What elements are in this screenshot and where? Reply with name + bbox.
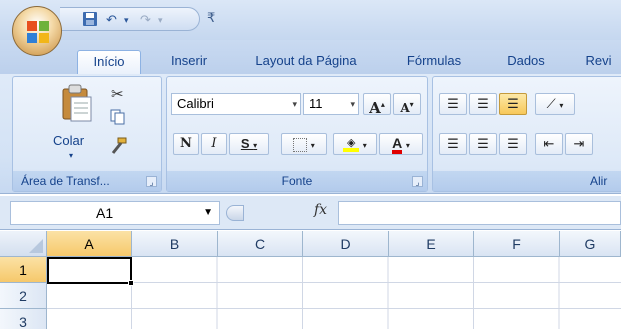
fill-handle[interactable] <box>128 280 134 286</box>
align-left-icon: ☰ <box>447 136 459 151</box>
shrink-font-button[interactable]: A▾ <box>393 93 421 115</box>
name-box[interactable]: A1 ▼ <box>10 201 220 225</box>
chevron-down-icon[interactable]: ▾ <box>253 141 257 150</box>
column-header-e[interactable]: E <box>389 231 474 257</box>
fill-color-icon: ◈ <box>343 137 360 152</box>
font-name-value: Calibri <box>177 96 214 111</box>
alignment-label-text: Alir <box>590 174 608 188</box>
align-right-button[interactable]: ☰ <box>499 133 527 155</box>
chevron-down-icon[interactable]: ▾ <box>350 94 355 114</box>
paste-icon <box>62 84 92 122</box>
active-cell-a1[interactable] <box>47 257 132 284</box>
cut-icon[interactable]: ✂ <box>111 85 124 103</box>
paste-dropdown-icon[interactable]: ▾ <box>69 151 73 160</box>
clipboard-dialog-launcher[interactable]: ⌟ <box>146 176 157 187</box>
column-header-b[interactable]: B <box>132 231 218 257</box>
borders-icon <box>293 137 308 152</box>
tab-inicio[interactable]: Início <box>77 50 141 74</box>
align-left-button[interactable]: ☰ <box>439 133 467 155</box>
column-header-d[interactable]: D <box>303 231 389 257</box>
shrink-font-label: A <box>400 101 410 115</box>
formula-input[interactable] <box>338 201 621 225</box>
row-header-1[interactable]: 1 <box>0 257 47 283</box>
align-center-button[interactable]: ☰ <box>469 133 497 155</box>
align-center-icon: ☰ <box>477 136 489 151</box>
align-middle-button[interactable]: ☰ <box>469 93 497 115</box>
customize-qat-icon[interactable]: ₹ <box>207 10 215 26</box>
clipboard-group-label: Área de Transf... <box>13 171 161 191</box>
alignment-group: ☰ ☰ ☰ ⟋ ▾ ☰ ☰ ☰ ⇤ ⇥ Alir <box>432 76 621 192</box>
align-bottom-button[interactable]: ☰ <box>499 93 527 115</box>
grow-font-label: A <box>369 99 381 117</box>
paste-button[interactable]: Colar ▾ <box>51 81 101 160</box>
align-middle-icon: ☰ <box>477 96 489 111</box>
paste-label: Colar <box>53 133 85 148</box>
decrease-indent-icon: ⇤ <box>543 136 555 151</box>
grow-font-button[interactable]: A▴ <box>363 93 391 117</box>
font-dialog-launcher[interactable]: ⌟ <box>412 176 423 187</box>
undo-icon[interactable]: ↶ <box>106 11 117 29</box>
formula-bar-resize-handle[interactable] <box>226 205 244 221</box>
name-box-value: A1 <box>96 205 114 221</box>
font-size-value: 11 <box>309 96 323 111</box>
borders-button[interactable]: ▾ <box>281 133 327 155</box>
formula-bar: A1 ▼ fx <box>0 196 621 230</box>
font-group: Calibri ▾ 11 ▾ A▴ A▾ N I S ▾ ▾ ◈ ▾ A ▾ F… <box>166 76 428 192</box>
align-top-icon: ☰ <box>447 96 459 111</box>
chevron-down-icon[interactable]: ▾ <box>292 94 297 114</box>
align-top-button[interactable]: ☰ <box>439 93 467 115</box>
column-header-g[interactable]: G <box>560 231 621 257</box>
font-color-button[interactable]: A ▾ <box>379 133 423 155</box>
font-color-icon: A <box>392 136 403 154</box>
copy-icon[interactable] <box>110 109 126 128</box>
redo-icon[interactable]: ↷ <box>140 11 151 29</box>
alignment-group-label: Alir <box>433 171 621 191</box>
bold-button[interactable]: N <box>173 133 199 155</box>
chevron-down-icon[interactable]: ▾ <box>406 141 410 150</box>
fill-color-button[interactable]: ◈ ▾ <box>333 133 377 155</box>
underline-button[interactable]: S ▾ <box>229 133 269 155</box>
tab-revisao[interactable]: Revi <box>576 50 621 74</box>
format-painter-icon[interactable] <box>109 137 127 158</box>
ribbon: Colar ▾ ✂ Área de Transf... ⌟ Calibri ▾ … <box>0 74 621 194</box>
redo-dropdown-icon[interactable]: ▾ <box>158 11 163 29</box>
font-name-combo[interactable]: Calibri ▾ <box>171 93 301 115</box>
increase-indent-icon: ⇥ <box>573 136 585 151</box>
chevron-down-icon[interactable]: ▾ <box>559 101 563 110</box>
cell-area[interactable] <box>47 257 621 329</box>
quick-access-toolbar: ↶ ▾ ↷ ▾ <box>60 7 200 31</box>
row-header-3[interactable]: 3 <box>0 309 47 329</box>
font-size-combo[interactable]: 11 ▾ <box>303 93 359 115</box>
row-header-2[interactable]: 2 <box>0 283 47 309</box>
tab-formulas[interactable]: Fórmulas <box>392 50 476 74</box>
align-right-icon: ☰ <box>507 136 519 151</box>
italic-button[interactable]: I <box>201 133 227 155</box>
font-group-label: Fonte <box>167 171 427 191</box>
decrease-indent-button[interactable]: ⇤ <box>535 133 563 155</box>
increase-indent-button[interactable]: ⇥ <box>565 133 593 155</box>
chevron-down-icon[interactable]: ▾ <box>311 141 315 150</box>
tab-inserir[interactable]: Inserir <box>158 50 220 74</box>
align-bottom-icon: ☰ <box>507 96 519 111</box>
office-button[interactable] <box>12 6 62 56</box>
orientation-button[interactable]: ⟋ ▾ <box>535 93 575 115</box>
orientation-icon: ⟋ <box>546 96 556 111</box>
undo-dropdown-icon[interactable]: ▾ <box>124 11 129 29</box>
tab-layout-da-pagina[interactable]: Layout da Página <box>238 50 374 74</box>
worksheet-grid: A B C D E F G 1 2 3 <box>0 231 621 329</box>
chevron-down-icon[interactable]: ▼ <box>203 202 213 224</box>
chevron-down-icon[interactable]: ▾ <box>363 141 367 150</box>
tab-dados[interactable]: Dados <box>494 50 558 74</box>
insert-function-icon[interactable]: fx <box>314 202 327 218</box>
office-logo-icon <box>27 21 49 43</box>
column-header-a[interactable]: A <box>47 231 132 257</box>
underline-label: S <box>240 136 250 151</box>
ribbon-tabs: Início Inserir Layout da Página Fórmulas… <box>0 40 621 74</box>
title-bar: ↶ ▾ ↷ ▾ ₹ <box>0 0 621 40</box>
clipboard-group: Colar ▾ ✂ Área de Transf... ⌟ <box>12 76 162 192</box>
column-header-c[interactable]: C <box>218 231 303 257</box>
select-all-button[interactable] <box>0 231 47 257</box>
column-header-f[interactable]: F <box>474 231 560 257</box>
save-icon[interactable] <box>82 11 98 29</box>
